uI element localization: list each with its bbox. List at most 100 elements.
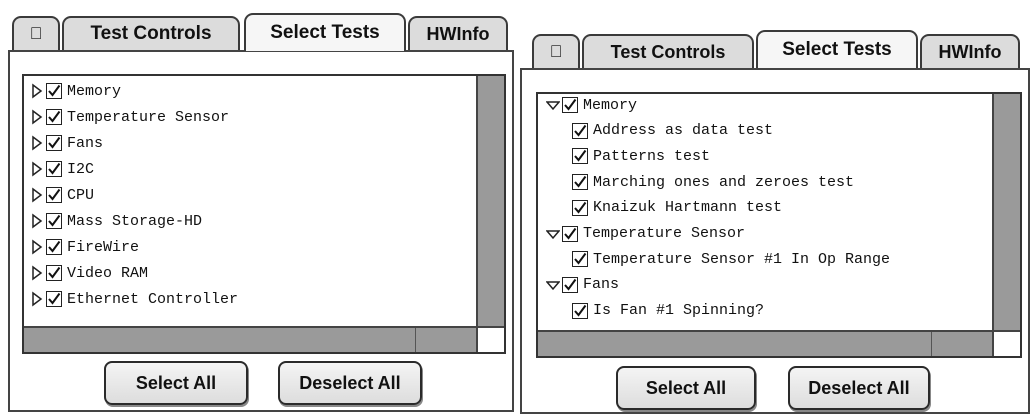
checkbox[interactable] (46, 83, 62, 99)
checkbox[interactable] (46, 135, 62, 151)
item-label: Memory (583, 96, 638, 114)
tab-label: Test Controls (90, 23, 212, 44)
list-item[interactable]: Memory (30, 78, 121, 104)
disclosure-triangle-right-icon[interactable] (30, 161, 44, 177)
disclosure-triangle-right-icon[interactable] (30, 187, 44, 203)
checkbox[interactable] (562, 276, 578, 293)
list-item[interactable]: Knaizuk Hartmann test (572, 195, 782, 221)
item-label: Is Fan #1 Spinning? (593, 302, 765, 320)
list-item[interactable]: Fans (30, 130, 103, 156)
disclosure-triangle-down-icon[interactable] (545, 97, 561, 113)
select-all-button[interactable]: Select All (104, 361, 248, 405)
item-label: Knaizuk Hartmann test (593, 199, 783, 217)
list-item[interactable]: Video RAM (30, 260, 148, 286)
deselect-all-button[interactable]: Deselect All (788, 366, 930, 410)
checkbox[interactable] (46, 109, 62, 125)
checkbox[interactable] (572, 199, 588, 216)
scroll-corner (476, 326, 504, 352)
apple-icon:  (30, 24, 43, 44)
list-item[interactable]: Memory (545, 94, 638, 118)
list-item[interactable]: Temperature Sensor #1 In Op Range (572, 246, 890, 272)
tab-hwinfo[interactable]: HWInfo (408, 16, 508, 50)
disclosure-triangle-right-icon[interactable] (30, 265, 44, 281)
test-tree-list[interactable]: Memory Address as data test Patterns test M… (538, 94, 992, 330)
deselect-all-button[interactable]: Deselect All (278, 361, 422, 405)
checkbox[interactable] (46, 239, 62, 255)
button-label: Deselect All (808, 377, 910, 398)
vertical-scrollbar[interactable] (476, 76, 504, 326)
item-label: Address as data test (593, 122, 774, 140)
checkbox[interactable] (572, 148, 588, 165)
item-label: Temperature Sensor #1 In Op Range (593, 250, 891, 268)
tab-select-tests[interactable]: Select Tests (244, 13, 406, 51)
disclosure-triangle-down-icon[interactable] (545, 277, 561, 293)
button-label: Select All (645, 377, 727, 398)
horizontal-scrollbar[interactable] (538, 330, 992, 356)
vertical-scrollbar[interactable] (992, 94, 1020, 330)
button-label: Select All (135, 372, 217, 393)
list-item[interactable]: Temperature Sensor (545, 221, 746, 247)
item-label: Temperature Sensor (583, 225, 746, 242)
list-item[interactable]: Mass Storage-HD (30, 208, 202, 234)
checkbox[interactable] (572, 251, 588, 268)
button-label: Deselect All (299, 372, 401, 393)
list-item[interactable]: Is Fan #1 Spinning? (572, 298, 764, 324)
list-item[interactable]: Patterns test (572, 143, 710, 169)
disclosure-triangle-down-icon[interactable] (545, 226, 561, 242)
list-item[interactable]: FireWire (30, 234, 139, 260)
checkbox[interactable] (562, 97, 578, 113)
tab-hwinfo[interactable]: HWInfo (920, 34, 1020, 68)
tab-label: Select Tests (782, 39, 892, 60)
tab-test-controls[interactable]: Test Controls (62, 16, 240, 50)
checkbox[interactable] (572, 174, 588, 191)
tab-select-tests[interactable]: Select Tests (756, 30, 918, 68)
list-item[interactable]: Ethernet Controller (30, 286, 238, 312)
disclosure-triangle-right-icon[interactable] (30, 239, 44, 255)
item-label: Video RAM (67, 264, 149, 282)
checkbox[interactable] (562, 225, 578, 242)
test-list-box[interactable]: Memory Address as data test Patterns test M… (536, 92, 1022, 358)
tab-label: HWInfo (938, 41, 1002, 62)
checkbox[interactable] (46, 187, 62, 203)
disclosure-triangle-right-icon[interactable] (30, 83, 44, 99)
tab-test-controls[interactable]: Test Controls (582, 34, 754, 68)
horizontal-scrollbar[interactable] (24, 326, 476, 352)
item-label: Marching ones and zeroes test (593, 173, 855, 191)
checkbox[interactable] (46, 213, 62, 229)
disclosure-triangle-right-icon[interactable] (30, 213, 44, 229)
test-list-box[interactable]: Memory Temperature Sensor Fans I2C CPU Mass S… (22, 74, 506, 354)
checkbox[interactable] (46, 291, 62, 307)
scroll-corner (992, 330, 1020, 356)
apple-icon:  (550, 42, 563, 62)
checkbox[interactable] (46, 161, 62, 177)
disclosure-triangle-right-icon[interactable] (30, 291, 44, 307)
left-window-panel:  Test Controls Select Tests HWInfo Memo… (0, 0, 516, 416)
disclosure-triangle-right-icon[interactable] (30, 109, 44, 125)
list-item[interactable]: I2C (30, 156, 94, 182)
tab-label: HWInfo (426, 23, 490, 44)
select-all-button[interactable]: Select All (616, 366, 756, 410)
list-item[interactable]: CPU (30, 182, 94, 208)
checkbox[interactable] (572, 302, 588, 319)
tab-apple[interactable]:  (12, 16, 60, 50)
item-label: Patterns test (593, 147, 711, 165)
right-window-panel:  Test Controls Select Tests HWInfo Memo… (518, 0, 1032, 416)
item-label: Fans (67, 134, 104, 152)
item-label: Memory (67, 82, 122, 100)
tab-apple[interactable]:  (532, 34, 580, 68)
list-item[interactable]: Fans (545, 272, 620, 298)
tab-label: Test Controls (610, 41, 726, 62)
item-label: CPU (67, 186, 95, 204)
item-label: Ethernet Controller (67, 290, 239, 308)
checkbox[interactable] (46, 265, 62, 281)
test-tree-list[interactable]: Memory Temperature Sensor Fans I2C CPU Mass S… (24, 76, 476, 326)
item-label: Fans (583, 276, 620, 294)
checkbox[interactable] (572, 122, 588, 139)
item-label: Mass Storage-HD (67, 212, 203, 230)
list-item[interactable]: Temperature Sensor (30, 104, 229, 130)
disclosure-triangle-right-icon[interactable] (30, 135, 44, 151)
tab-bar:  Test Controls Select Tests HWInfo (0, 0, 516, 52)
tab-content-area: Memory Address as data test Patterns test M… (520, 68, 1030, 414)
list-item[interactable]: Address as data test (572, 118, 773, 144)
list-item[interactable]: Marching ones and zeroes test (572, 169, 854, 195)
